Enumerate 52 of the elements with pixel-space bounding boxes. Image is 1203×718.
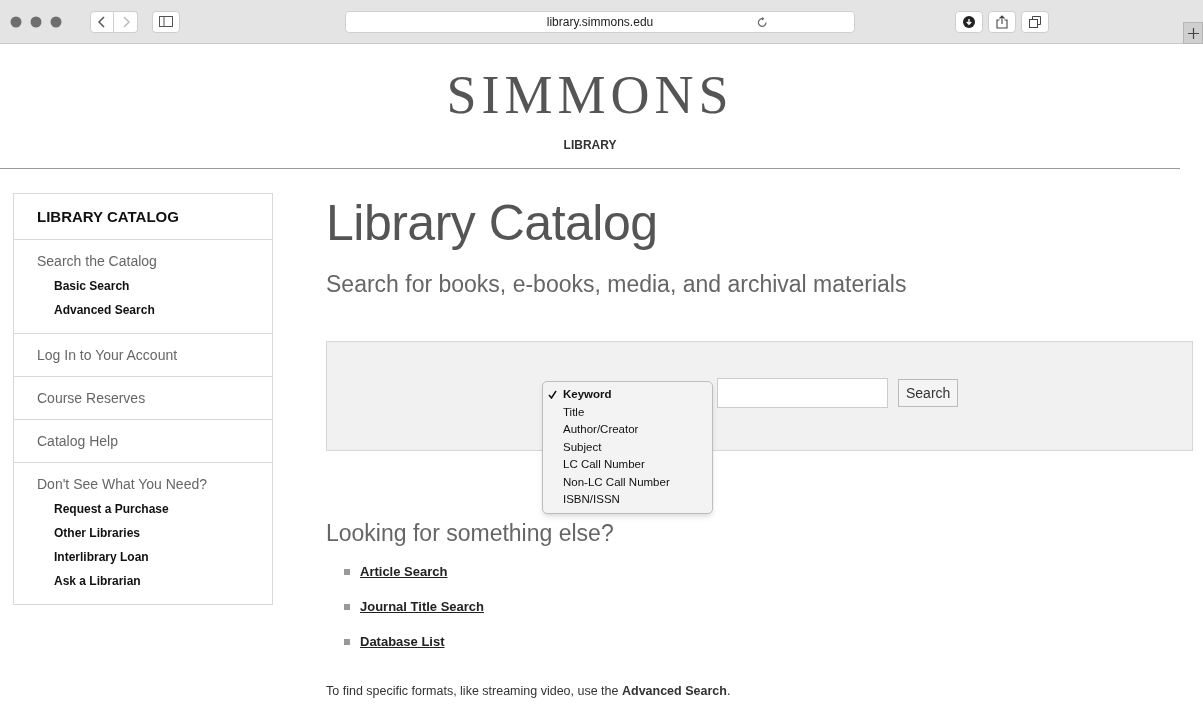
tabs-icon <box>1029 16 1041 28</box>
share-icon <box>996 15 1008 29</box>
resource-link[interactable]: Database List <box>360 630 445 654</box>
logo-text[interactable]: SIMMONS <box>446 66 734 124</box>
sidebar-sublink[interactable]: Advanced Search <box>54 297 155 322</box>
sidebar-link[interactable]: Search the Catalog <box>37 250 157 271</box>
address-text: library.simmons.edu <box>546 14 654 31</box>
sidebar-link[interactable]: Log In to Your Account <box>37 344 178 365</box>
menu-option[interactable]: Subject <box>543 438 712 456</box>
share-button[interactable] <box>988 11 1016 33</box>
forward-icon <box>121 15 130 28</box>
menu-option[interactable]: Title <box>543 403 712 421</box>
back-icon <box>98 15 106 28</box>
downloads-button[interactable] <box>955 11 983 33</box>
logo-subtitle: LIBRARY <box>563 137 617 154</box>
sidebar-button[interactable] <box>152 10 180 33</box>
bullet-icon <box>344 569 350 575</box>
menu-option[interactable]: Keyword <box>543 386 712 404</box>
address-bar[interactable]: library.simmons.edu <box>345 11 855 33</box>
search-type-menu[interactable]: Keyword Title Author/Creator Subject LC Call Number Non-LC Call Number ISBN/ISSN <box>542 381 713 514</box>
section-heading: Looking for something else? <box>326 519 615 548</box>
menu-option[interactable]: ISBN/ISSN <box>543 491 712 509</box>
menu-option[interactable]: Non-LC Call Number <box>543 473 712 491</box>
sidebar-link[interactable]: Course Reserves <box>37 387 146 408</box>
sidebar-sublink[interactable]: Basic Search <box>54 273 130 298</box>
sidebar-icon <box>159 16 173 27</box>
menu-option[interactable]: Author/Creator <box>543 421 712 439</box>
plus-icon <box>1187 27 1199 39</box>
window-controls-icon[interactable] <box>10 15 62 28</box>
tabs-button[interactable] <box>1021 11 1049 33</box>
sidebar-sublink[interactable]: Request a Purchase <box>54 496 169 521</box>
new-tab-button[interactable] <box>1183 22 1203 44</box>
page-subtitle: Search for books, e-books, media, and archival materials <box>326 270 908 299</box>
resource-link[interactable]: Journal Title Search <box>360 595 485 619</box>
search-field[interactable] <box>717 378 888 408</box>
reload-icon[interactable] <box>757 17 768 28</box>
sidebar-link[interactable]: Don't See What You Need? <box>37 473 208 494</box>
resource-link[interactable]: Article Search <box>360 560 448 584</box>
sidebar-title: LIBRARY CATALOG <box>14 194 272 240</box>
format-note: To find specific formats, like streaming video, use the Advanced Search. <box>326 683 732 700</box>
check-icon <box>548 390 557 400</box>
sidebar-sublink[interactable]: Other Libraries <box>54 520 141 545</box>
page-heading: Library Catalog <box>326 194 659 253</box>
sidebar-sublink[interactable]: Interlibrary Loan <box>54 544 149 569</box>
bullet-icon <box>344 604 350 610</box>
bullet-icon <box>344 639 350 645</box>
download-icon <box>963 16 975 28</box>
back-button[interactable] <box>90 10 114 33</box>
sidebar-sublink[interactable]: Ask a Librarian <box>54 568 141 593</box>
menu-option[interactable]: LC Call Number <box>543 456 712 474</box>
search-button[interactable]: Search <box>898 379 959 407</box>
sidebar-link[interactable]: Catalog Help <box>37 430 118 451</box>
